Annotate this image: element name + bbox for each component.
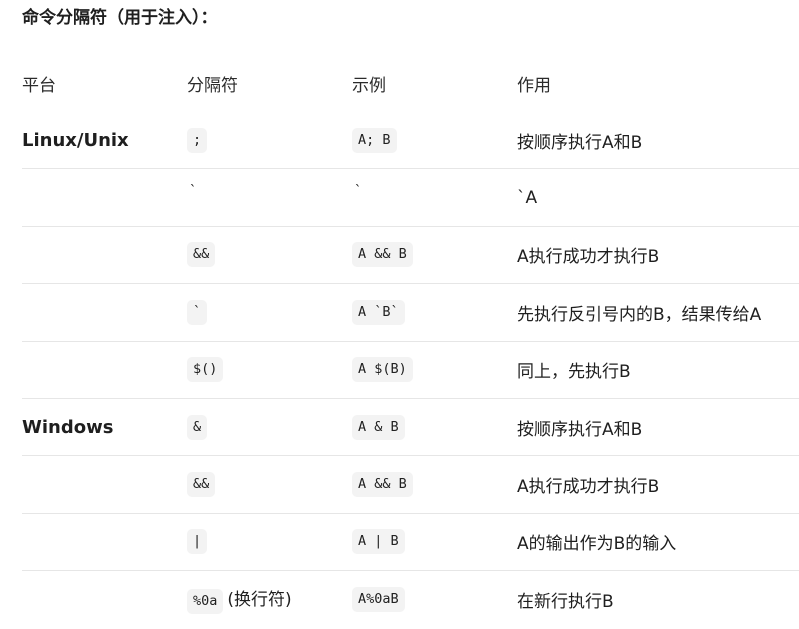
table-row: Linux/Unix ; A; B 按顺序执行A和B — [22, 112, 799, 170]
separator-code: ; — [187, 127, 208, 153]
example-code: A `B` — [352, 299, 405, 325]
effect-cell: 在新行执行B — [517, 592, 614, 613]
separator-cell: && — [187, 472, 352, 498]
header-separator: 分隔符 — [187, 75, 238, 96]
example-code: A && B — [352, 472, 413, 498]
header-example: 示例 — [352, 75, 386, 96]
separator-code: && — [187, 242, 216, 268]
separator-cell: ` — [187, 183, 352, 208]
effect-cell: 按顺序执行A和B — [517, 132, 643, 153]
table-row: Windows & A & B 按顺序执行A和B — [22, 399, 799, 457]
example-code: A & B — [352, 414, 405, 440]
separator-table: 平台 分隔符 示例 作用 Linux/Unix ; A; B 按顺序执行A和B … — [22, 54, 799, 629]
table-row: | A | B A的输出作为B的输入 — [22, 514, 799, 572]
separator-note: (换行符) — [227, 590, 292, 611]
effect-cell: A执行成功才执行B — [517, 477, 660, 498]
separator-cell: %0a (换行符) — [187, 585, 352, 615]
table-row: ` ` `A — [22, 169, 799, 227]
header-effect: 作用 — [517, 75, 551, 96]
effect-cell: 同上，先执行B — [517, 362, 631, 383]
table-row: ` A `B` 先执行反引号内的B，结果传给A — [22, 284, 799, 342]
example-cell: A & B — [352, 414, 517, 440]
example-cell: A; B — [352, 127, 517, 153]
example-cell: A%0aB — [352, 587, 517, 613]
separator-code: && — [187, 472, 216, 498]
example-cell: A $(B) — [352, 357, 517, 383]
separator-cell: ; — [187, 127, 352, 153]
separator-code: %0a — [187, 589, 224, 615]
section-heading: 命令分隔符（用于注入）： — [22, 8, 218, 28]
table-row: %0a (换行符) A%0aB 在新行执行B — [22, 571, 799, 628]
effect-cell: 先执行反引号内的B，结果传给A — [517, 304, 762, 325]
separator-code: ` — [189, 182, 198, 199]
separator-cell: ` — [187, 299, 352, 325]
effect-cell: 按顺序执行A和B — [517, 419, 643, 440]
effect-cell: A的输出作为B的输入 — [517, 534, 677, 555]
platform-cell: Windows — [22, 416, 114, 438]
separator-code: ` — [187, 299, 208, 325]
example-cell: A | B — [352, 529, 517, 555]
separator-code: & — [187, 414, 208, 440]
example-code: A; B — [352, 127, 397, 153]
table-header-row: 平台 分隔符 示例 作用 — [22, 54, 799, 112]
table-row: $() A $(B) 同上，先执行B — [22, 342, 799, 399]
effect-cell: A执行成功才执行B — [517, 247, 660, 268]
example-code: A | B — [352, 529, 405, 555]
separator-cell: & — [187, 414, 352, 440]
header-platform: 平台 — [22, 75, 56, 96]
platform-cell: Linux/Unix — [22, 129, 129, 151]
example-code: A%0aB — [352, 587, 405, 613]
table-row: && A && B A执行成功才执行B — [22, 227, 799, 285]
separator-cell: $() — [187, 357, 352, 383]
effect-cell: `A — [517, 187, 538, 208]
separator-cell: | — [187, 529, 352, 555]
separator-code: | — [187, 529, 208, 555]
example-code: A && B — [352, 242, 413, 268]
separator-cell: && — [187, 242, 352, 268]
table-row: && A && B A执行成功才执行B — [22, 456, 799, 514]
example-cell: A `B` — [352, 299, 517, 325]
example-cell: ` — [352, 183, 517, 208]
example-code: A $(B) — [352, 357, 413, 383]
example-code: ` — [354, 182, 363, 199]
example-cell: A && B — [352, 472, 517, 498]
separator-code: $() — [187, 357, 224, 383]
example-cell: A && B — [352, 242, 517, 268]
